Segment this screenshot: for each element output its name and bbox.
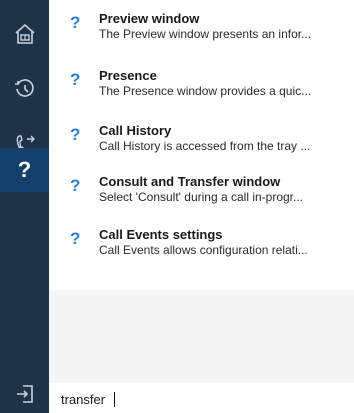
- help-search-panel: ? Preview window The Preview window pres…: [49, 0, 354, 413]
- help-topic-icon: ?: [70, 229, 81, 248]
- result-title: Presence: [99, 68, 157, 83]
- result-title: Call History: [99, 123, 172, 138]
- help-topic-icon: ?: [70, 70, 81, 89]
- home-icon: [14, 24, 35, 44]
- result-description: The Presence window provides a quic...: [99, 84, 312, 98]
- result-title: Preview window: [99, 11, 200, 26]
- nav-help-button[interactable]: ?: [0, 148, 49, 192]
- text-caret: [114, 392, 115, 407]
- search-input[interactable]: [61, 389, 341, 409]
- results-empty-area: [49, 290, 354, 383]
- help-topic-icon: ?: [70, 125, 81, 144]
- nav-home-button[interactable]: [0, 12, 49, 56]
- history-clock-icon: [14, 79, 34, 97]
- result-description: Call History is accessed from the tray .…: [99, 139, 311, 153]
- help-topic-icon: ?: [70, 176, 81, 195]
- help-topic-icon: ?: [70, 13, 81, 32]
- result-description: Call Events allows configuration relati.…: [99, 243, 308, 257]
- search-bar: [49, 383, 354, 413]
- sidebar: ?: [0, 0, 49, 413]
- result-description: The Preview window presents an infor...: [99, 27, 312, 41]
- sign-out-button[interactable]: [0, 376, 49, 412]
- search-result[interactable]: ? Consult and Transfer window Select 'Co…: [49, 163, 354, 215]
- sign-out-icon: [16, 385, 33, 403]
- search-result[interactable]: ? Call History Call History is accessed …: [49, 112, 354, 164]
- nav-history-button[interactable]: [0, 67, 49, 111]
- result-description: Select 'Consult' during a call in-progr.…: [99, 190, 304, 204]
- help-icon: ?: [17, 157, 32, 182]
- search-result[interactable]: ? Presence The Presence window provides …: [49, 57, 354, 109]
- result-title: Call Events settings: [99, 227, 223, 242]
- search-result[interactable]: ? Preview window The Preview window pres…: [49, 0, 354, 52]
- search-result[interactable]: ? Call Events settings Call Events allow…: [49, 216, 354, 268]
- result-title: Consult and Transfer window: [99, 174, 281, 189]
